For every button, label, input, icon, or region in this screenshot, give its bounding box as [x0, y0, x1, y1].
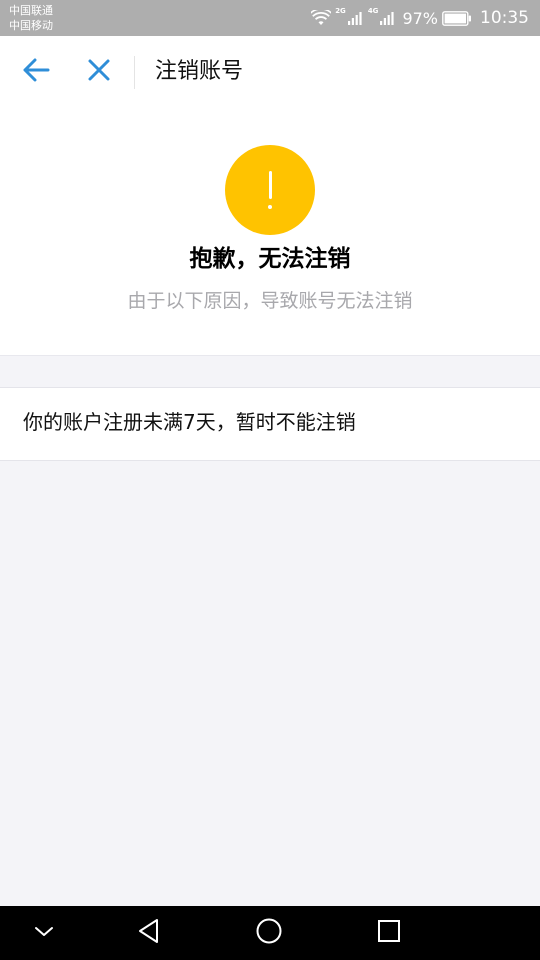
triangle-back-icon — [136, 917, 162, 949]
exclamation-dot — [268, 205, 272, 209]
status-indicators: 2G 4G 97% 10:35 — [311, 0, 529, 36]
app-header: 注销账号 — [0, 36, 540, 108]
square-recents-icon — [376, 918, 402, 948]
exclamation-icon — [225, 145, 315, 235]
hide-nav-button[interactable] — [14, 906, 74, 960]
reason-list-item: 你的账户注册未满7天，暂时不能注销 — [0, 387, 540, 461]
carrier-labels: 中国联通 中国移动 — [9, 3, 53, 33]
notice-section: 抱歉，无法注销 由于以下原因，导致账号无法注销 — [0, 108, 540, 356]
header-divider — [134, 56, 135, 89]
close-button[interactable] — [79, 52, 119, 92]
chevron-down-icon — [33, 924, 55, 943]
signal-icon — [380, 10, 396, 26]
network-type-2-label: 4G — [367, 7, 379, 15]
wifi-icon — [311, 10, 332, 26]
arrow-left-icon — [22, 58, 50, 86]
nav-back-button[interactable] — [119, 906, 179, 960]
status-bar: 中国联通 中国移动 2G 4G 97% 10:35 — [0, 0, 540, 36]
carrier-1-label: 中国联通 — [9, 4, 53, 17]
exclamation-bar — [268, 171, 272, 199]
page-title: 注销账号 — [155, 59, 244, 84]
close-icon — [87, 58, 111, 86]
nav-recents-button[interactable] — [359, 906, 419, 960]
notice-subtitle: 由于以下原因，导致账号无法注销 — [127, 290, 413, 312]
signal-icon — [347, 10, 364, 26]
carrier-2-label: 中国移动 — [9, 19, 53, 32]
network-type-1-label: 2G — [335, 7, 346, 15]
reason-text: 你的账户注册未满7天，暂时不能注销 — [23, 410, 356, 434]
battery-percent: 97% — [402, 8, 438, 28]
circle-home-icon — [255, 917, 283, 949]
nav-home-button[interactable] — [239, 906, 299, 960]
battery-icon — [442, 10, 472, 26]
notice-title: 抱歉，无法注销 — [189, 246, 351, 272]
back-button[interactable] — [16, 52, 56, 92]
clock: 10:35 — [480, 8, 529, 28]
system-nav-bar — [0, 906, 540, 960]
